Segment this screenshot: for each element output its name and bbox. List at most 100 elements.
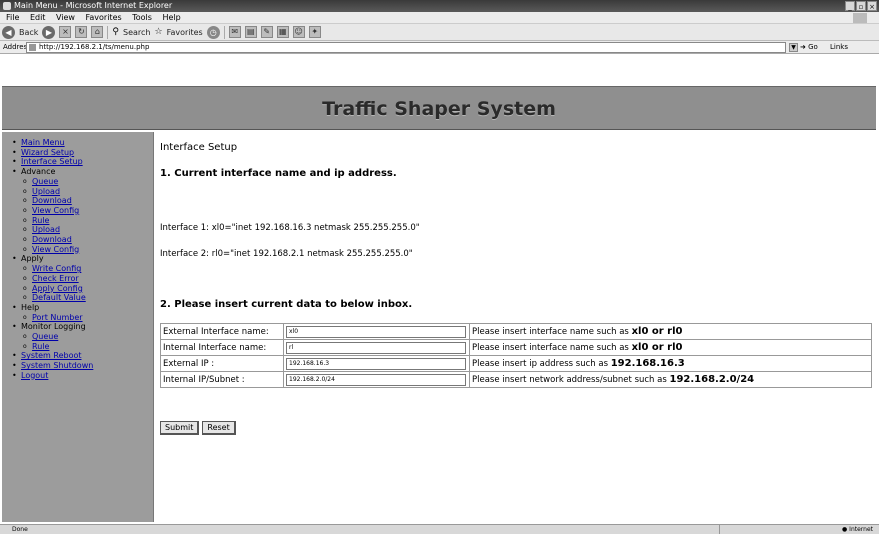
submit-button[interactable]: Submit [160, 421, 200, 435]
research-icon[interactable]: ✦ [308, 26, 321, 38]
section-current-interfaces-heading: 1. Current interface name and ip address… [160, 168, 397, 179]
nav-item-queue: Queue [12, 177, 93, 187]
menu-favorites[interactable]: Favorites [86, 13, 122, 22]
discuss-icon[interactable]: ▦ [276, 26, 289, 38]
address-dropdown-icon[interactable]: ▼ [789, 43, 798, 52]
minimize-icon[interactable]: _ [845, 1, 855, 11]
nav-item-wizard-setup: Wizard Setup [12, 148, 93, 158]
back-arrow-icon[interactable]: ◀ [2, 25, 15, 39]
external-interface-input[interactable] [286, 325, 466, 338]
messenger-icon[interactable]: ☺ [292, 26, 305, 38]
page-header-title: Traffic Shaper System [322, 98, 556, 120]
search-icon[interactable]: ⚲ [112, 27, 119, 37]
nav-item-default-value: Default Value [12, 293, 93, 303]
favorites-button-label[interactable]: Favorites [167, 28, 203, 37]
back-button-label[interactable]: Back [19, 28, 38, 37]
menu-view[interactable]: View [56, 13, 75, 22]
default-value-link[interactable]: Default Value [32, 293, 86, 302]
rule-link[interactable]: Rule [32, 216, 49, 225]
monitor-rule-link[interactable]: Rule [32, 342, 49, 351]
queue-link[interactable]: Queue [32, 177, 58, 186]
home-icon[interactable]: ⌂ [91, 26, 104, 38]
monitor-queue-link[interactable]: Queue [32, 332, 58, 341]
windows-flag-icon [853, 13, 867, 23]
rule-upload-link[interactable]: Upload [32, 225, 60, 234]
rule-view-config-link[interactable]: View Config [32, 245, 79, 254]
nav-item-system-reboot: System Reboot [12, 351, 93, 361]
status-bar: Done ● Internet [0, 524, 879, 534]
form-buttons: Submit Reset [160, 421, 236, 435]
external-ip-label: External IP : [160, 355, 284, 372]
form-row-external-interface: External Interface name: Please insert i… [160, 323, 872, 340]
toolbar: ◀ Back ▶ × ↻ ⌂ ⚲ Search ☆ Favorites ◷ ✉ … [0, 24, 879, 41]
interface-setup-link[interactable]: Interface Setup [21, 157, 83, 166]
section-insert-data-heading: 2. Please insert current data to below i… [160, 299, 413, 310]
hint-text: Please insert ip address such as [472, 359, 611, 369]
main-menu-link[interactable]: Main Menu [21, 138, 65, 147]
address-input[interactable]: http://192.168.2.1/ts/menu.php [26, 42, 786, 53]
zone-text: Internet [849, 526, 873, 533]
forward-arrow-icon[interactable]: ▶ [42, 25, 56, 39]
mail-icon[interactable]: ✉ [228, 26, 241, 38]
window-titlebar: Main Menu - Microsoft Internet Explorer … [0, 0, 879, 12]
refresh-icon[interactable]: ↻ [75, 26, 88, 38]
internal-ip-subnet-input[interactable] [286, 373, 466, 386]
hint-text: Please insert interface name such as [472, 327, 632, 337]
hint-example: 192.168.16.3 [610, 358, 685, 369]
menu-tools[interactable]: Tools [132, 13, 152, 22]
nav-item-logout: Logout [12, 371, 93, 381]
toolbar-separator [107, 25, 109, 39]
restore-icon[interactable]: ▫ [856, 1, 866, 11]
hint-text: Please insert interface name such as [472, 343, 632, 353]
external-interface-label: External Interface name: [160, 323, 284, 340]
system-shutdown-link[interactable]: System Shutdown [21, 361, 93, 370]
search-button-label[interactable]: Search [123, 28, 150, 37]
menu-edit[interactable]: Edit [30, 13, 46, 22]
apply-config-link[interactable]: Apply Config [32, 284, 83, 293]
nav-item-view-config-2: View Config [12, 245, 93, 255]
rule-download-link[interactable]: Download [32, 235, 72, 244]
external-ip-input[interactable] [286, 357, 466, 370]
links-button[interactable]: Links [830, 42, 848, 53]
address-bar: Address http://192.168.2.1/ts/menu.php ▼… [0, 41, 879, 54]
go-button[interactable]: ➜ Go [800, 42, 818, 53]
menubar: File Edit View Favorites Tools Help [0, 12, 879, 24]
hint-example: 192.168.2.0/24 [669, 374, 755, 385]
menu-file[interactable]: File [6, 13, 19, 22]
menu-help[interactable]: Help [162, 13, 180, 22]
check-error-link[interactable]: Check Error [32, 274, 79, 283]
external-interface-hint: Please insert interface name such as xl0… [469, 323, 872, 340]
form-row-internal-interface: Internal Interface name: Please insert i… [160, 339, 872, 356]
close-icon[interactable]: × [867, 1, 877, 11]
wizard-setup-link[interactable]: Wizard Setup [21, 148, 74, 157]
print-icon[interactable]: ▤ [244, 26, 257, 38]
queue-download-link[interactable]: Download [32, 196, 72, 205]
hint-example: xl0 or rl0 [631, 342, 683, 353]
logout-link[interactable]: Logout [21, 371, 48, 380]
system-reboot-link[interactable]: System Reboot [21, 351, 82, 360]
nav-item-monitor-logging: Monitor Logging [12, 322, 93, 332]
nav-item-interface-setup: Interface Setup [12, 157, 93, 167]
edit-icon[interactable]: ✎ [260, 26, 273, 38]
hint-text: Please insert network address/subnet suc… [472, 375, 670, 385]
internal-interface-input[interactable] [286, 341, 466, 354]
port-number-link[interactable]: Port Number [32, 313, 83, 322]
security-zone-label: ● Internet [842, 526, 873, 533]
queue-view-config-link[interactable]: View Config [32, 206, 79, 215]
sidebar: Main Menu Wizard Setup Interface Setup A… [2, 132, 154, 522]
status-panes [719, 525, 809, 534]
reset-button[interactable]: Reset [202, 421, 236, 435]
hint-example: xl0 or rl0 [631, 326, 683, 337]
stop-icon[interactable]: × [59, 26, 72, 38]
nav-item-port-number: Port Number [12, 313, 93, 323]
queue-upload-link[interactable]: Upload [32, 187, 60, 196]
write-config-link[interactable]: Write Config [32, 264, 81, 273]
nav-item-rule: Rule [12, 216, 93, 226]
history-icon[interactable]: ◷ [206, 25, 220, 39]
go-label: Go [808, 43, 818, 51]
favorites-star-icon[interactable]: ☆ [155, 27, 163, 37]
nav-item-upload: Upload [12, 187, 93, 197]
nav-item-upload-2: Upload [12, 225, 93, 235]
page-title: Interface Setup [160, 142, 238, 153]
nav-item-check-error: Check Error [12, 274, 93, 284]
